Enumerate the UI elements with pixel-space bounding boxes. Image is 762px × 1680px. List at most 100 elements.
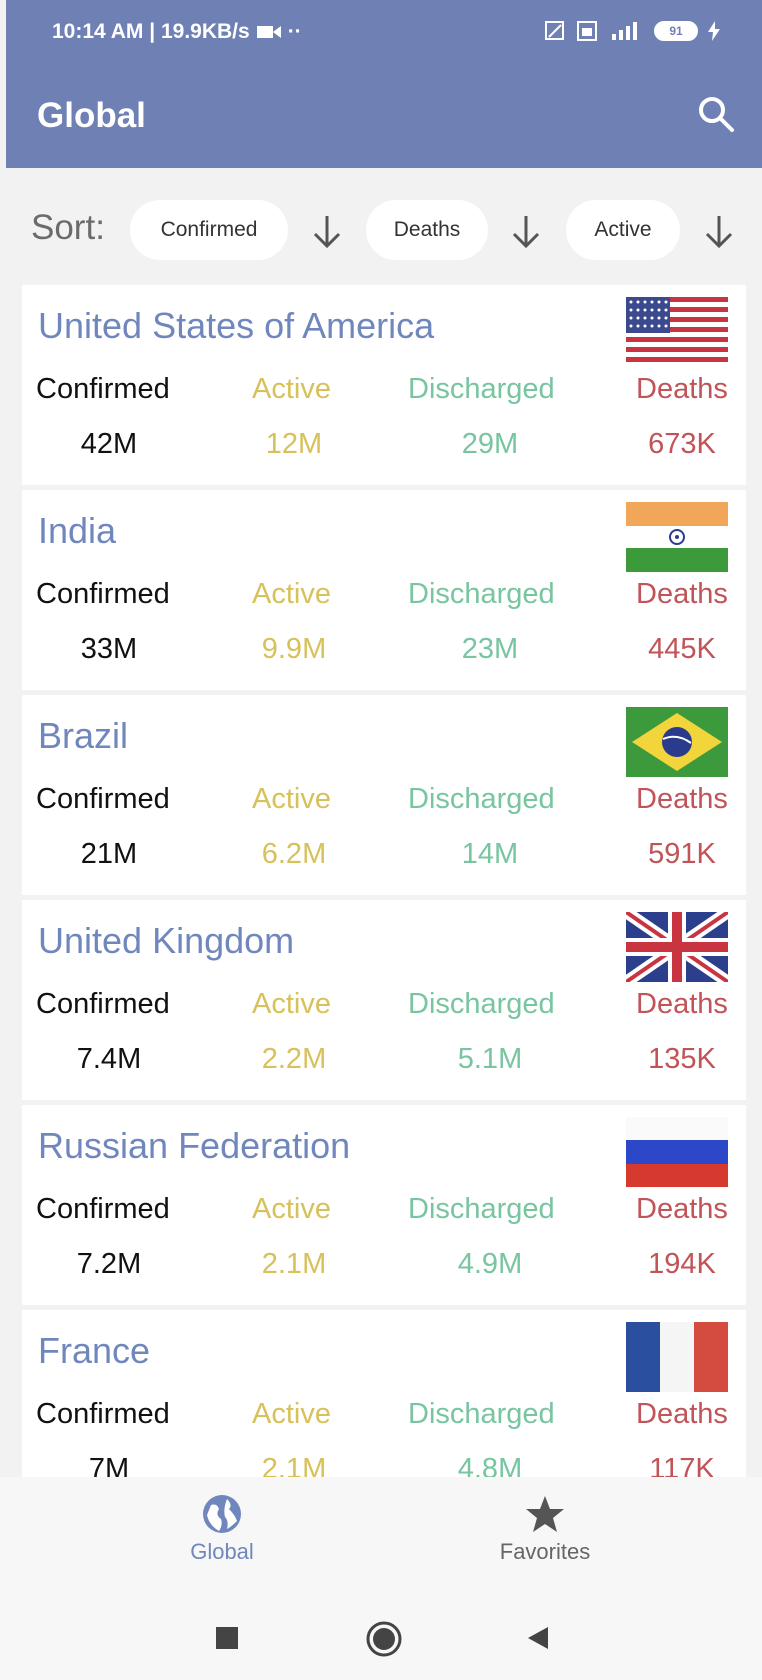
stat-value-confirmed: 7.2M: [76, 1248, 142, 1280]
nav-favorites-label: Favorites: [499, 1539, 591, 1564]
charging-icon: [708, 21, 720, 41]
stat-value-confirmed: 42M: [80, 428, 138, 460]
nav-global[interactable]: Global: [152, 1493, 292, 1565]
stat-value-discharged: 5.1M: [457, 1043, 523, 1075]
stat-label-discharged: Discharged: [408, 988, 555, 1020]
video-icon: [256, 26, 281, 38]
india-flag-icon: [626, 502, 728, 572]
stat-label-confirmed: Confirmed: [36, 1398, 170, 1430]
edit-icon: [545, 21, 564, 40]
country-card[interactable]: Brazil Confirmed 21M Active 6.2M Discharged 14…: [22, 695, 746, 895]
stat-value-deaths: 591K: [648, 838, 716, 870]
stat-label-active: Active: [252, 1398, 331, 1430]
stat-label-discharged: Discharged: [408, 1193, 555, 1225]
search-icon[interactable]: [696, 94, 736, 134]
country-name: Russian Federation: [38, 1125, 351, 1166]
country-card[interactable]: Russian Federation Confirmed 7.2M Active 2.1…: [22, 1105, 746, 1305]
russia-flag-icon: [626, 1117, 728, 1187]
stat-value-deaths: 194K: [648, 1248, 716, 1280]
app-screen: 10:14 AM | 19.9KB/s ·· 91 Global Sort: C…: [0, 0, 762, 1680]
stat-label-confirmed: Confirmed: [36, 988, 170, 1020]
stat-value-discharged: 4.9M: [457, 1248, 523, 1280]
stat-value-active: 6.2M: [261, 838, 327, 870]
arrow-down-icon[interactable]: [312, 214, 342, 250]
country-card[interactable]: France Confirmed 7M Active 2.1M Discharged 4.8…: [22, 1310, 746, 1477]
brazil-flag-icon: [626, 707, 728, 777]
stat-value-deaths: 445K: [648, 633, 716, 665]
stat-label-deaths: Deaths: [636, 578, 728, 610]
stat-value-confirmed: 33M: [80, 633, 138, 665]
status-bar-left: 10:14 AM | 19.9KB/s ··: [52, 20, 302, 44]
stat-label-discharged: Discharged: [408, 578, 555, 610]
country-name: France: [38, 1330, 151, 1371]
nav-global-label: Global: [190, 1539, 254, 1564]
stat-label-confirmed: Confirmed: [36, 1193, 170, 1225]
stat-label-confirmed: Confirmed: [36, 783, 170, 815]
stat-value-discharged: 14M: [461, 838, 519, 870]
stat-value-active: 2.1M: [261, 1248, 327, 1280]
uk-flag-icon: [622, 907, 732, 987]
nav-favorites[interactable]: Favorites: [475, 1493, 615, 1565]
stat-value-deaths: 135K: [648, 1043, 716, 1075]
stat-label-discharged: Discharged: [408, 783, 555, 815]
stat-value-confirmed: 21M: [80, 838, 138, 870]
us-flag-icon: [626, 297, 728, 367]
battery-level: 91: [669, 24, 683, 38]
stat-value-deaths: 673K: [648, 428, 716, 460]
page-title: Global: [37, 96, 146, 135]
stat-label-deaths: Deaths: [636, 783, 728, 815]
signal-icon: [612, 22, 637, 40]
globe-icon: [203, 1495, 241, 1533]
stat-value-deaths: 117K: [649, 1453, 715, 1477]
country-card[interactable]: United Kingdom Confirmed 7.4M Active 2.2M Dis…: [22, 900, 746, 1100]
stat-value-discharged: 23M: [461, 633, 519, 665]
home-icon[interactable]: [366, 1621, 402, 1657]
stat-value-discharged: 4.8M: [457, 1453, 523, 1477]
battery-icon: 91: [654, 21, 698, 41]
country-card[interactable]: India Confirmed 33M Active 9.9M Discharged 23M…: [22, 490, 746, 690]
stat-value-active: 2.2M: [261, 1043, 327, 1075]
stat-label-discharged: Discharged: [408, 1398, 555, 1430]
stat-label-deaths: Deaths: [636, 1398, 728, 1430]
stat-label-active: Active: [252, 1193, 331, 1225]
sort-bar: Sort: Confirmed Deaths Active: [0, 196, 762, 270]
stat-value-confirmed: 7M: [88, 1453, 130, 1477]
bottom-navigation: Global Favorites: [0, 1477, 762, 1680]
star-icon: [526, 1496, 564, 1532]
stat-label-active: Active: [252, 783, 331, 815]
stat-label-deaths: Deaths: [636, 373, 728, 405]
sort-chip-deaths[interactable]: Deaths: [366, 200, 488, 260]
stat-label-deaths: Deaths: [636, 988, 728, 1020]
country-card[interactable]: United States of America Confirmed 42M Acti…: [22, 285, 746, 485]
stat-label-deaths: Deaths: [636, 1193, 728, 1225]
country-name: Brazil: [38, 715, 129, 756]
arrow-down-icon[interactable]: [511, 214, 541, 250]
status-dots: ··: [287, 20, 302, 43]
stat-label-active: Active: [252, 578, 331, 610]
stat-value-confirmed: 7.4M: [76, 1043, 142, 1075]
country-name: India: [38, 510, 117, 551]
stat-label-active: Active: [252, 373, 331, 405]
stat-value-active: 9.9M: [261, 633, 327, 665]
stat-value-discharged: 29M: [461, 428, 519, 460]
stat-label-confirmed: Confirmed: [36, 373, 170, 405]
country-list: United States of America Confirmed 42M Acti…: [22, 285, 746, 1477]
country-name: United Kingdom: [38, 920, 295, 961]
app-bar: 10:14 AM | 19.9KB/s ·· 91 Global: [6, 0, 762, 168]
stat-label-active: Active: [252, 988, 331, 1020]
stat-value-active: 12M: [265, 428, 323, 460]
sort-label: Sort:: [31, 208, 105, 247]
sort-chip-active[interactable]: Active: [566, 200, 680, 260]
france-flag-icon: [626, 1322, 728, 1392]
country-name: United States of America: [38, 305, 435, 346]
stat-value-active: 2.1M: [261, 1453, 327, 1477]
status-bar-right: 91: [544, 20, 720, 42]
sort-chip-confirmed[interactable]: Confirmed: [130, 200, 288, 260]
recents-icon[interactable]: [214, 1625, 240, 1651]
status-time-speed: 10:14 AM | 19.9KB/s: [52, 20, 250, 43]
arrow-down-icon[interactable]: [704, 214, 734, 250]
back-icon[interactable]: [526, 1625, 550, 1651]
sim-icon: [577, 21, 597, 41]
stat-label-confirmed: Confirmed: [36, 578, 170, 610]
stat-label-discharged: Discharged: [408, 373, 555, 405]
